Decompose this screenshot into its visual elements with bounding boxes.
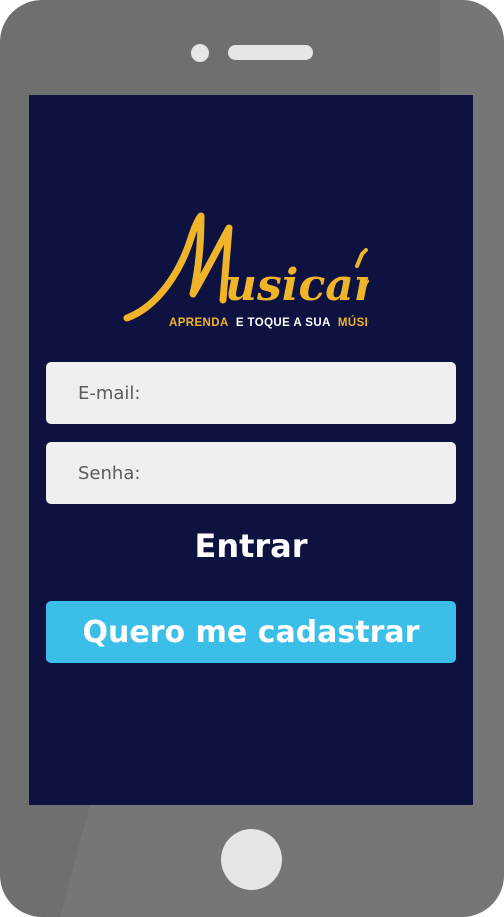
password-field[interactable]: Senha: bbox=[46, 442, 456, 504]
home-button[interactable] bbox=[221, 829, 282, 890]
app-screen: usicar APRENDA E TOQUE A SUA MÚSICA E-ma… bbox=[29, 95, 473, 805]
tagline-musica: MÚSICA bbox=[338, 316, 369, 329]
musicar-logo: usicar APRENDA E TOQUE A SUA MÚSICA bbox=[119, 210, 369, 335]
password-label: Senha: bbox=[78, 462, 141, 484]
tagline-aprenda: APRENDA bbox=[169, 317, 228, 329]
speaker-grille bbox=[228, 45, 313, 60]
musicar-logo-graphic: usicar APRENDA E TOQUE A SUA MÚSICA bbox=[123, 212, 369, 329]
tagline-middle: E TOQUE A SUA bbox=[236, 317, 330, 329]
front-camera bbox=[191, 44, 209, 62]
signup-button-label: Quero me cadastrar bbox=[82, 614, 420, 650]
phone-frame: usicar APRENDA E TOQUE A SUA MÚSICA E-ma… bbox=[0, 0, 504, 917]
email-label: E-mail: bbox=[78, 382, 141, 404]
login-button[interactable]: Entrar bbox=[29, 527, 473, 565]
svg-text:usicar: usicar bbox=[225, 260, 369, 311]
svg-text:APRENDA E TOQUE A SU: APRENDA E TOQUE A SUA MÚSICA bbox=[169, 316, 369, 329]
email-field[interactable]: E-mail: bbox=[46, 362, 456, 424]
signup-button[interactable]: Quero me cadastrar bbox=[46, 601, 456, 663]
